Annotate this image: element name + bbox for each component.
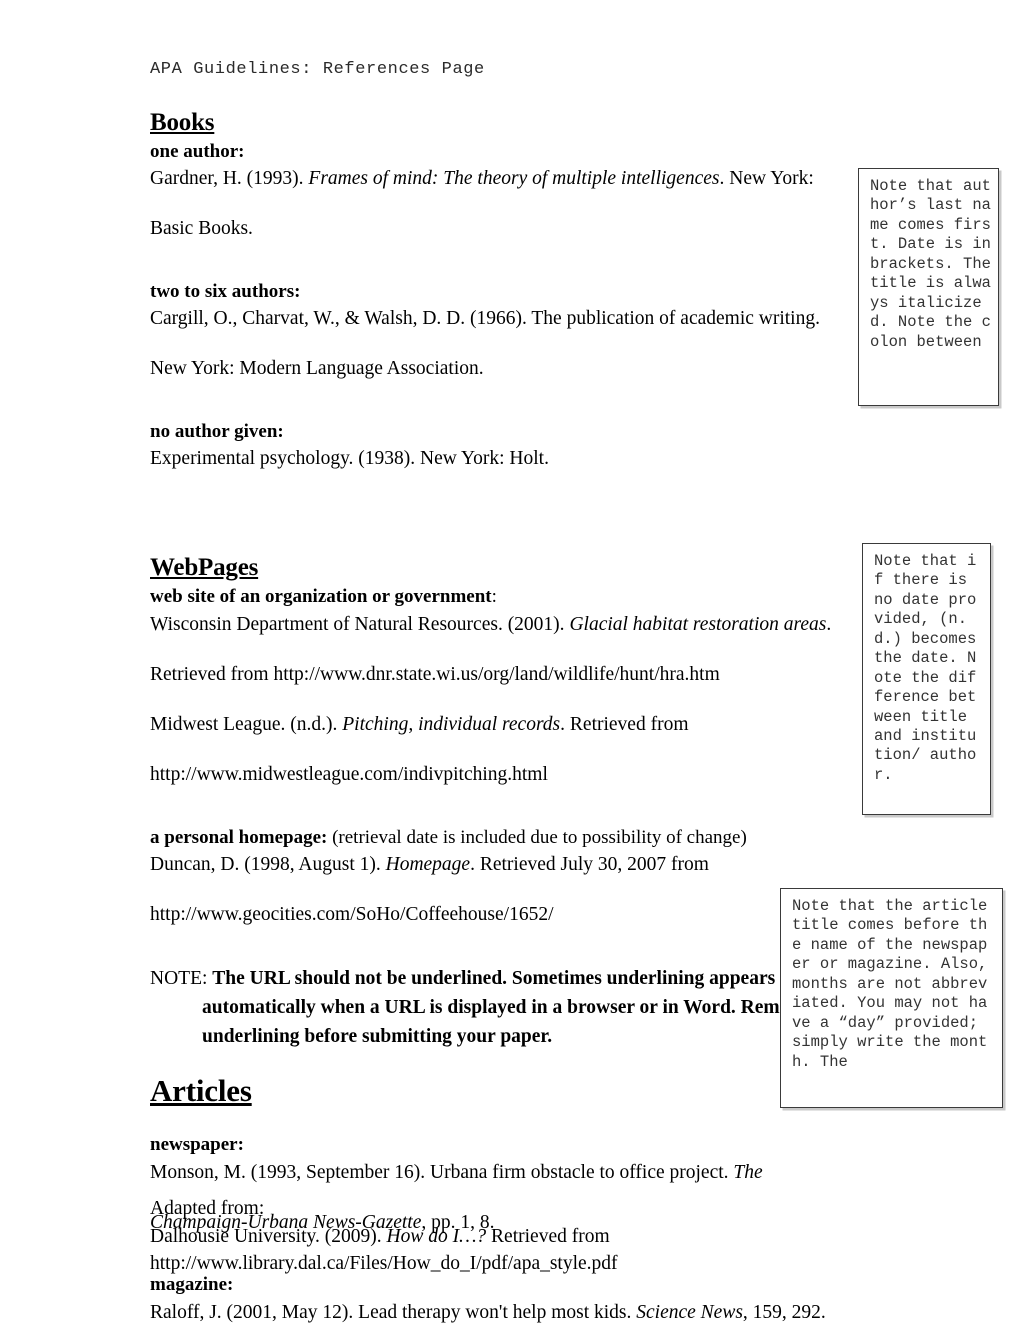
- ref-title-italic: Glacial habitat restoration areas: [569, 613, 827, 635]
- ref-text: Midwest League. (n.d.).: [150, 714, 343, 736]
- credit-title-italic: How do I…?: [386, 1225, 487, 1247]
- ref-title-italic: Pitching, individual records: [342, 714, 561, 736]
- callout-box-author-format: Note that author’s last name comes first…: [858, 168, 999, 406]
- ref-text: Monson, M. (1993, September 16). Urbana …: [150, 1161, 734, 1183]
- ref-text: Gardner, H. (1993).: [150, 168, 309, 190]
- reference-web-org-line2: Retrieved from http://www.dnr.state.wi.u…: [150, 663, 720, 685]
- heading-articles: Articles: [150, 1072, 252, 1108]
- reference-web-homepage-line2: http://www.geocities.com/SoHo/Coffeehous…: [150, 904, 554, 926]
- heading-webpages: WebPages: [150, 554, 259, 582]
- reference-magazine-line1: Raloff, J. (2001, May 12). Lead therapy …: [150, 1299, 880, 1327]
- url-underline-note: NOTE: The URL should not be underlined. …: [150, 964, 882, 1051]
- label-newspaper: newspaper:: [150, 1134, 244, 1156]
- reference-newspaper-line1: Monson, M. (1993, September 16). Urbana …: [150, 1159, 880, 1187]
- ref-text: Wisconsin Department of Natural Resource…: [150, 613, 570, 635]
- ref-text-tail: .: [826, 613, 832, 635]
- label-colon: :: [491, 585, 497, 607]
- ref-title-italic: The: [733, 1161, 763, 1183]
- document-body: Books one author: Gardner, H. (1993). Fr…: [150, 108, 880, 1327]
- heading-books: Books: [150, 109, 215, 136]
- credit-line-1: Adapted from:: [150, 1198, 265, 1219]
- document-page: APA Guidelines: References Page Books on…: [0, 0, 1020, 1323]
- reference-books-two-six-line1: Cargill, O., Charvat, W., & Walsh, D. D.…: [150, 308, 820, 330]
- reference-books-one-author-line1: Gardner, H. (1993). Frames of mind: The …: [150, 165, 880, 193]
- callout-box-no-date-format: Note that if there is no date provided, …: [862, 543, 991, 815]
- label-no-author-given: no author given:: [150, 420, 284, 442]
- running-header: APA Guidelines: References Page: [150, 60, 485, 79]
- label-text: web site of an organization or governmen…: [150, 585, 492, 607]
- reference-books-no-author: Experimental psychology. (1938). New Yor…: [150, 448, 549, 470]
- ref-text-tail: . New York:: [719, 168, 814, 190]
- label-text: a personal homepage:: [150, 826, 328, 848]
- ref-text-tail: . Retrieved July 30, 2007 from: [470, 854, 709, 876]
- reference-web-org-line1: Wisconsin Department of Natural Resource…: [150, 611, 880, 639]
- label-personal-homepage: a personal homepage: (retrieval date is …: [150, 824, 880, 852]
- note-body: The URL should not be underlined. Someti…: [202, 967, 839, 1047]
- reference-web-homepage-line1: Duncan, D. (1998, August 1). Homepage. R…: [150, 851, 880, 879]
- label-two-to-six-authors: two to six authors:: [150, 280, 301, 302]
- ref-text-tail: . Retrieved from: [560, 714, 689, 736]
- reference-web-midwest-line2: http://www.midwestleague.com/indivpitchi…: [150, 764, 548, 786]
- ref-title-italic: Homepage: [385, 854, 471, 876]
- reference-books-two-six-line2: New York: Modern Language Association.: [150, 358, 484, 380]
- reference-books-one-author-line2: Basic Books.: [150, 218, 253, 240]
- note-lead: NOTE:: [150, 967, 213, 989]
- reference-web-midwest-line1: Midwest League. (n.d.). Pitching, indivi…: [150, 711, 880, 739]
- ref-title-italic: Frames of mind: The theory of multiple i…: [308, 168, 720, 190]
- adapted-from-credit: Adapted from: Dalhousie University. (200…: [150, 1195, 618, 1278]
- callout-box-article-title-format: Note that the article title comes before…: [780, 888, 1003, 1108]
- credit-text: Dalhousie University. (2009).: [150, 1225, 387, 1247]
- label-parenthetical: (retrieval date is included due to possi…: [327, 826, 747, 848]
- credit-line-3: http://www.library.dal.ca/Files/How_do_I…: [150, 1253, 618, 1275]
- credit-line-2: Dalhousie University. (2009). How do I…?…: [150, 1223, 618, 1251]
- ref-text: Duncan, D. (1998, August 1).: [150, 854, 386, 876]
- label-one-author: one author:: [150, 140, 245, 162]
- label-organization-site: web site of an organization or governmen…: [150, 583, 880, 611]
- credit-text-tail: Retrieved from: [486, 1225, 610, 1247]
